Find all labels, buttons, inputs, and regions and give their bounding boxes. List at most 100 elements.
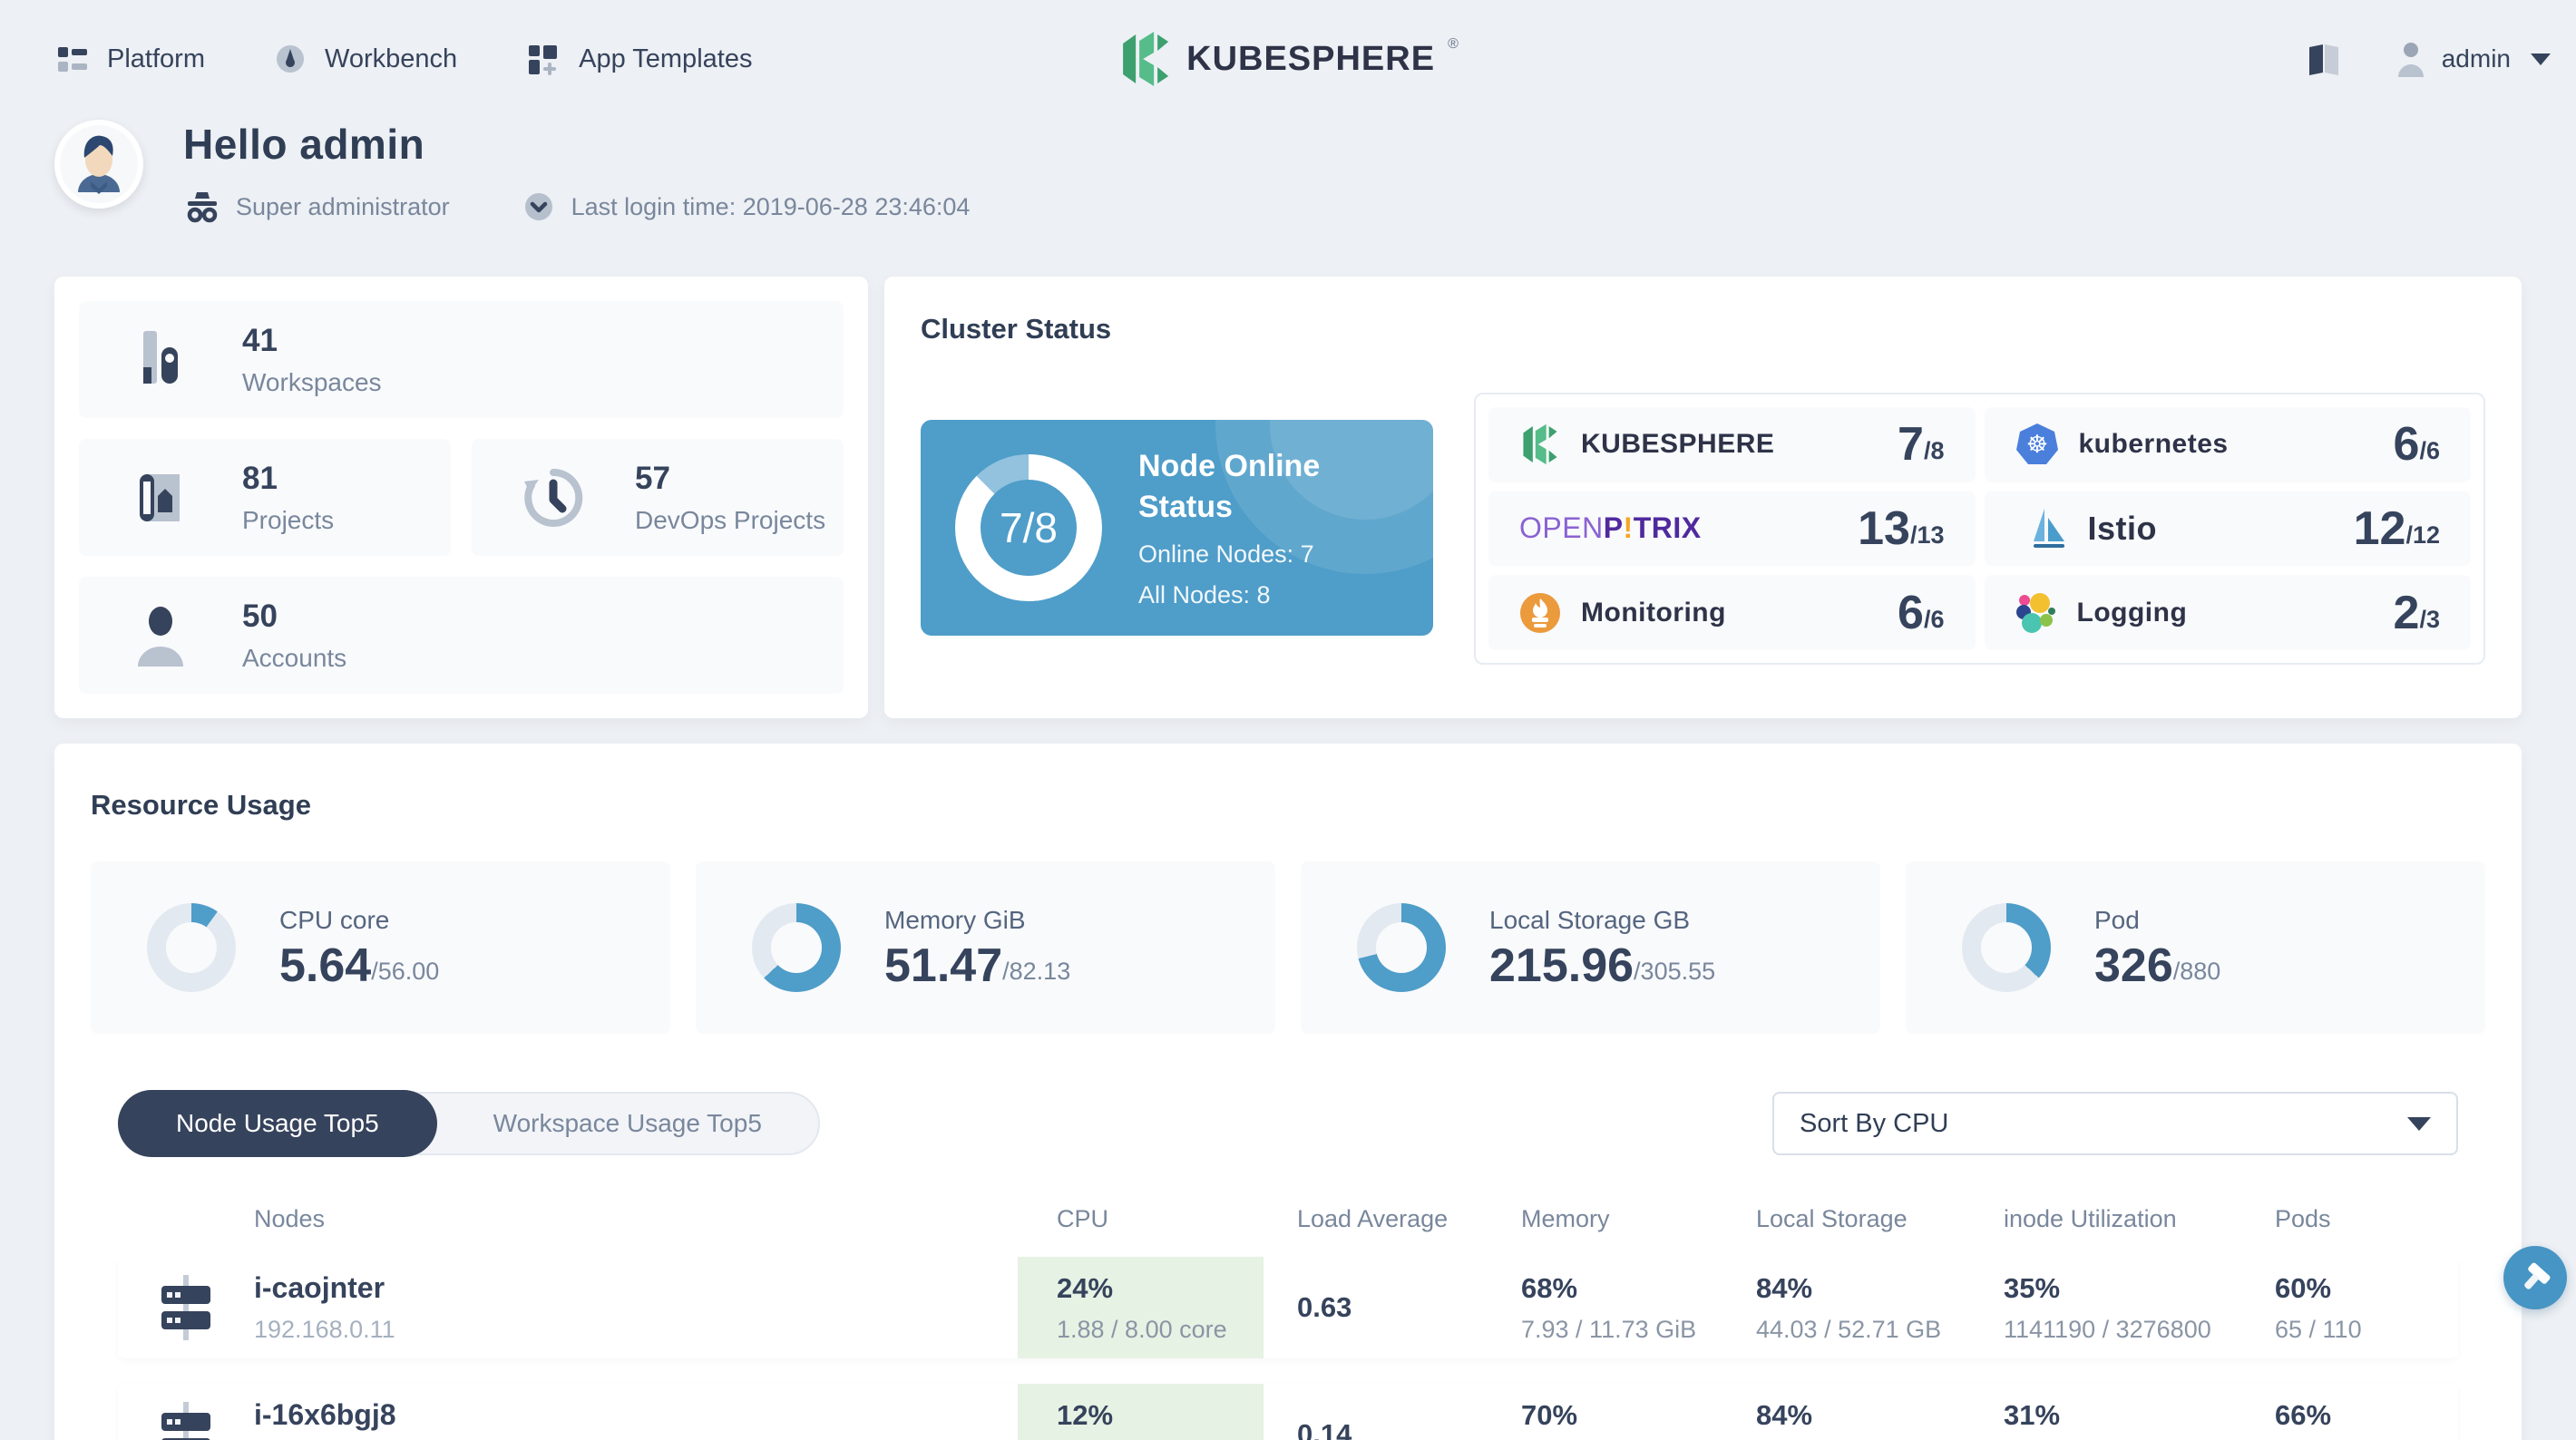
memory-detail: 7.93 / 11.73 GiB: [1521, 1315, 1697, 1343]
gauge-used: 5.64: [279, 939, 372, 992]
kubesphere-logo[interactable]: KUBESPHERE ®: [1117, 31, 1459, 87]
node-online-title: Node Online Status: [1138, 449, 1321, 524]
node-name-link[interactable]: i-16x6bgj8: [254, 1398, 1018, 1432]
cpu-cell: 12% 0.93 / 8.00 core: [1018, 1384, 1264, 1440]
cpu-donut: [147, 903, 236, 992]
column-header-memory: Memory: [1521, 1204, 1610, 1232]
server-icon: [118, 1400, 254, 1440]
pods-detail: 65 / 110: [2275, 1315, 2362, 1343]
gauge-icon: [272, 41, 308, 77]
component-name: Istio: [2087, 509, 2158, 547]
component-total: /6: [2419, 437, 2440, 465]
online-nodes-label: Online Nodes: 7: [1138, 540, 1314, 568]
cpu-percent: 24%: [1057, 1271, 1114, 1304]
gauge-total: /56.00: [371, 958, 440, 985]
overview-stats-card: 41 Workspaces 81 Projects 57 DevOps Proj…: [54, 277, 868, 718]
component-value: 12: [2353, 501, 2406, 555]
nav-item-label: App Templates: [579, 44, 753, 73]
nav-item-label: Workbench: [324, 44, 458, 73]
tab-node-usage-top5[interactable]: Node Usage Top5: [118, 1090, 437, 1157]
platform-icon: [54, 41, 91, 77]
component-tile-logging: Logging 2 /3: [1984, 575, 2471, 650]
load-average: 0.63: [1297, 1291, 1352, 1323]
prometheus-icon: [1519, 592, 1561, 634]
node-table-row[interactable]: i-16x6bgj8 192.168.0.14 12% 0.93 / 8.00 …: [118, 1384, 2458, 1440]
storage-donut: [1357, 903, 1446, 992]
gauge-tile-memory: Memory GiB 51.47 /82.13: [696, 861, 1275, 1034]
stat-tile-devops[interactable]: 57 DevOps Projects: [472, 439, 844, 556]
component-value: 7: [1898, 418, 1924, 472]
components-panel: KUBESPHERE 7 /8 ☸ kubernetes 6 /6 OPENP!…: [1474, 393, 2485, 665]
load-average: 0.14: [1297, 1418, 1352, 1440]
nav-item-label: Platform: [107, 44, 205, 73]
sort-by-dropdown[interactable]: Sort By CPU: [1772, 1092, 2458, 1155]
stat-tile-accounts[interactable]: 50 Accounts: [79, 577, 844, 694]
component-name: Monitoring: [1581, 597, 1726, 628]
cpu-cell: 24% 1.88 / 8.00 core: [1018, 1257, 1264, 1358]
column-header-pods: Pods: [2275, 1204, 2331, 1232]
storage-detail: 44.03 / 52.71 GB: [1756, 1315, 1942, 1343]
role-label: Super administrator: [236, 192, 450, 220]
gauge-tile-storage: Local Storage GB 215.96 /305.55: [1301, 861, 1880, 1034]
hero-greeting: Hello admin Super administrator Last log…: [54, 120, 970, 225]
component-total: /12: [2405, 521, 2440, 549]
stat-label: Workspaces: [242, 367, 382, 396]
gauge-tile-pod: Pod 326 /880: [1906, 861, 2485, 1034]
gauge-total: /880: [2172, 958, 2221, 985]
component-tile-kubernetes: ☸ kubernetes 6 /6: [1984, 407, 2471, 482]
component-name: KUBESPHERE: [1581, 429, 1775, 460]
node-name-link[interactable]: i-caojnter: [254, 1271, 1018, 1305]
cpu-percent: 12%: [1057, 1398, 1114, 1431]
node-online-ratio: 7/8: [981, 480, 1077, 576]
gauge-label: Pod: [2094, 906, 2140, 934]
last-login-label: Last login time: 2019-06-28 23:46:04: [571, 192, 971, 220]
top-nav: Platform Workbench App Templates KUBESPH…: [0, 0, 2576, 118]
node-table-row[interactable]: i-caojnter 192.168.0.11 24% 1.88 / 8.00 …: [118, 1257, 2458, 1358]
nav-item-workbench[interactable]: Workbench: [272, 41, 457, 77]
gauge-label: CPU core: [279, 906, 390, 934]
stat-value: 41: [242, 322, 278, 358]
component-name: Logging: [2076, 597, 2188, 628]
column-header-storage: Local Storage: [1756, 1204, 1908, 1232]
logo-text: KUBESPHERE: [1186, 40, 1436, 78]
stat-value: 50: [242, 598, 278, 634]
component-total: /13: [1909, 521, 1945, 549]
kubernetes-icon: ☸: [2015, 423, 2059, 466]
nav-item-app-templates[interactable]: App Templates: [524, 40, 752, 78]
column-header-load: Load Average: [1297, 1204, 1449, 1232]
kubesphere-logo-icon: [1117, 31, 1174, 87]
storage-percent: 84%: [1756, 1398, 1813, 1431]
gauge-tile-cpu: CPU core 5.64 /56.00: [91, 861, 670, 1034]
usage-tabs: Node Usage Top5 Workspace Usage Top5: [118, 1090, 820, 1157]
stat-value: 81: [242, 460, 278, 496]
storage-percent: 84%: [1756, 1271, 1813, 1304]
chevron-down-icon: [2531, 53, 2551, 65]
docs-book-icon[interactable]: [2304, 41, 2344, 77]
stat-tile-projects[interactable]: 81 Projects: [79, 439, 451, 556]
toolbox-fab-button[interactable]: [2503, 1246, 2567, 1309]
node-table-header: Nodes CPU Load Average Memory Local Stor…: [118, 1193, 2458, 1244]
component-tile-kubesphere: KUBESPHERE 7 /8: [1488, 407, 1976, 482]
component-total: /6: [1923, 605, 1945, 633]
person-icon: [79, 603, 242, 668]
username-label: admin: [2441, 44, 2511, 73]
component-tile-monitoring: Monitoring 6 /6: [1488, 575, 1976, 650]
gauge-label: Local Storage GB: [1489, 906, 1691, 934]
column-header-inode: inode Utilization: [2004, 1204, 2177, 1232]
inode-detail: 1141190 / 3276800: [2004, 1315, 2211, 1343]
stat-tile-workspaces[interactable]: 41 Workspaces: [79, 301, 844, 418]
cluster-status-title: Cluster Status: [921, 313, 1112, 345]
gauge-used: 215.96: [1489, 939, 1634, 992]
component-name: kubernetes: [2078, 429, 2229, 460]
column-header-cpu: CPU: [1057, 1204, 1109, 1232]
cluster-status-card: Cluster Status 7/8 Node Online Status On…: [884, 277, 2522, 718]
component-tile-openpitrix: OPENP!TRIX 13 /13: [1488, 491, 1976, 567]
tab-workspace-usage-top5[interactable]: Workspace Usage Top5: [437, 1092, 818, 1155]
user-menu[interactable]: admin: [2395, 39, 2551, 79]
component-tile-istio: Istio 12 /12: [1984, 491, 2471, 567]
node-online-panel: 7/8 Node Online Status Online Nodes: 7 A…: [921, 420, 1433, 636]
component-total: /8: [1923, 437, 1945, 465]
node-online-donut: 7/8: [955, 454, 1102, 601]
cpu-detail: 1.88 / 8.00 core: [1057, 1315, 1227, 1343]
nav-item-platform[interactable]: Platform: [54, 41, 205, 77]
